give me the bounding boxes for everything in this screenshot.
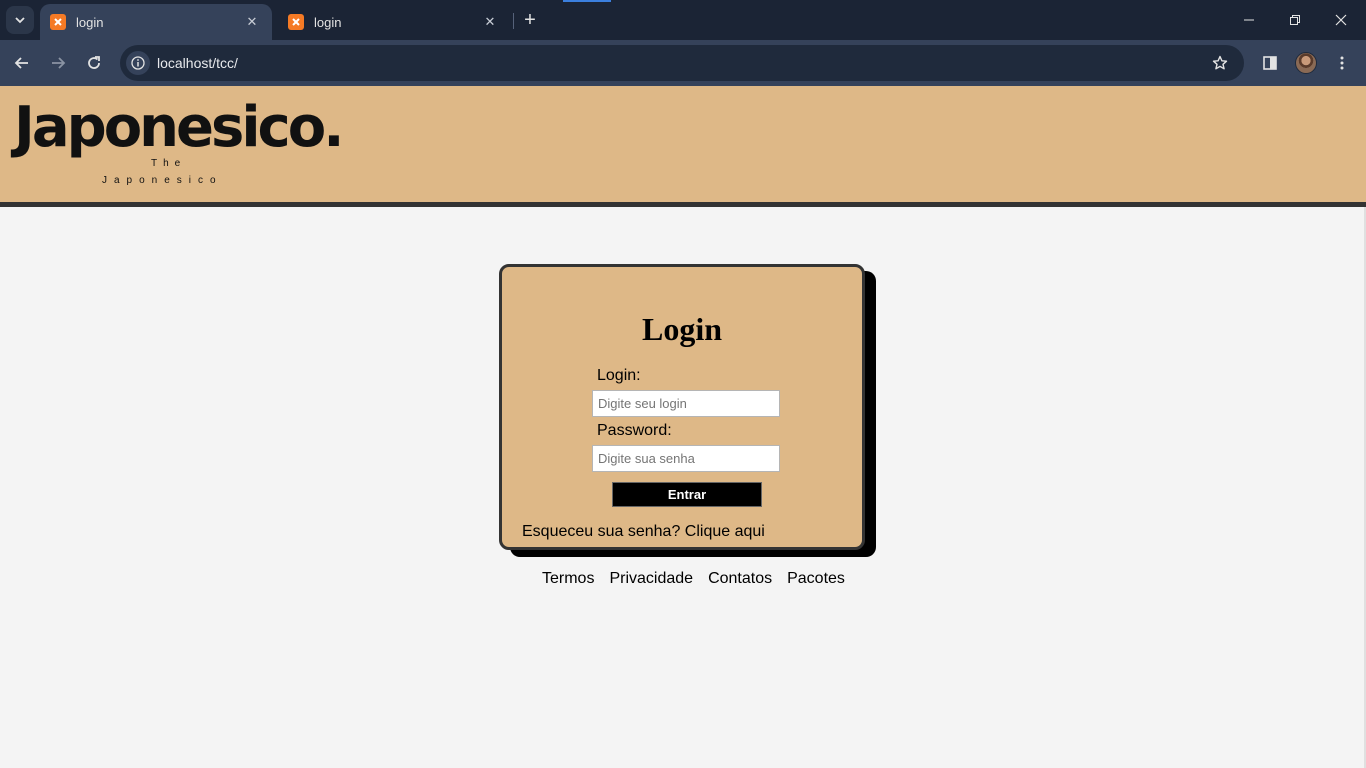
- login-input[interactable]: Digite seu login: [592, 390, 780, 417]
- logo-subtitle: Japonesico: [102, 175, 223, 186]
- url-text[interactable]: localhost/tcc/: [157, 55, 1206, 71]
- footer-link-privacidade[interactable]: Privacidade: [609, 570, 693, 588]
- tab-search-button[interactable]: [6, 6, 34, 34]
- site-header: Japonesico. The Japonesico: [0, 86, 1366, 207]
- reload-icon: [88, 56, 100, 69]
- enter-button[interactable]: Entrar: [612, 482, 762, 507]
- browser-menu-button[interactable]: [1328, 49, 1356, 77]
- side-panel-button[interactable]: [1256, 49, 1284, 77]
- forgot-password-link[interactable]: Esqueceu sua senha? Clique aqui: [522, 523, 765, 541]
- site-info-icon[interactable]: [126, 51, 150, 75]
- browser-tab[interactable]: login ✕: [40, 4, 272, 40]
- footer-link-pacotes[interactable]: Pacotes: [787, 570, 845, 588]
- profile-avatar[interactable]: [1295, 52, 1317, 74]
- browser-toolbar: localhost/tcc/: [0, 40, 1366, 86]
- login-card: Login Login: Digite seu login Password: …: [499, 264, 865, 550]
- xampp-favicon-icon: [50, 14, 66, 30]
- tab-divider: [513, 13, 514, 29]
- logo-the: The: [151, 158, 187, 169]
- minimize-button[interactable]: [1226, 0, 1272, 40]
- address-bar[interactable]: localhost/tcc/: [120, 45, 1244, 81]
- footer-link-contatos[interactable]: Contatos: [708, 570, 772, 588]
- new-tab-button[interactable]: +: [518, 8, 542, 32]
- chevron-down-icon: [15, 17, 25, 24]
- close-tab-icon[interactable]: ✕: [480, 12, 500, 32]
- side-panel-icon: [1263, 56, 1277, 70]
- arrow-right-icon: [52, 57, 66, 69]
- password-label: Password:: [597, 422, 672, 439]
- minimize-icon: [1244, 19, 1254, 21]
- back-button[interactable]: [8, 49, 36, 77]
- more-vertical-icon: [1340, 56, 1344, 70]
- reload-button[interactable]: [80, 49, 108, 77]
- browser-tab[interactable]: login ✕: [278, 4, 510, 40]
- tab-strip-indicator: [563, 0, 611, 2]
- close-window-button[interactable]: [1318, 0, 1364, 40]
- password-input[interactable]: Digite sua senha: [592, 445, 780, 472]
- forward-button[interactable]: [44, 49, 72, 77]
- footer-links: Termos Privacidade Contatos Pacotes: [542, 570, 860, 588]
- bookmark-star-icon[interactable]: [1206, 49, 1234, 77]
- close-icon: [1335, 14, 1347, 26]
- footer-link-termos[interactable]: Termos: [542, 570, 594, 588]
- restore-button[interactable]: [1272, 0, 1318, 40]
- site-logo[interactable]: Japonesico. The Japonesico: [14, 100, 344, 190]
- close-tab-icon[interactable]: ✕: [242, 12, 262, 32]
- browser-tab-bar: login ✕ login ✕ +: [0, 0, 1366, 40]
- tab-title: login: [314, 14, 342, 30]
- login-label: Login:: [597, 367, 641, 384]
- logo-text: Japonesico.: [14, 95, 344, 160]
- login-title: Login: [641, 311, 723, 347]
- restore-icon: [1290, 15, 1300, 25]
- arrow-left-icon: [14, 57, 28, 69]
- tab-title: login: [76, 14, 104, 30]
- xampp-favicon-icon: [288, 14, 304, 30]
